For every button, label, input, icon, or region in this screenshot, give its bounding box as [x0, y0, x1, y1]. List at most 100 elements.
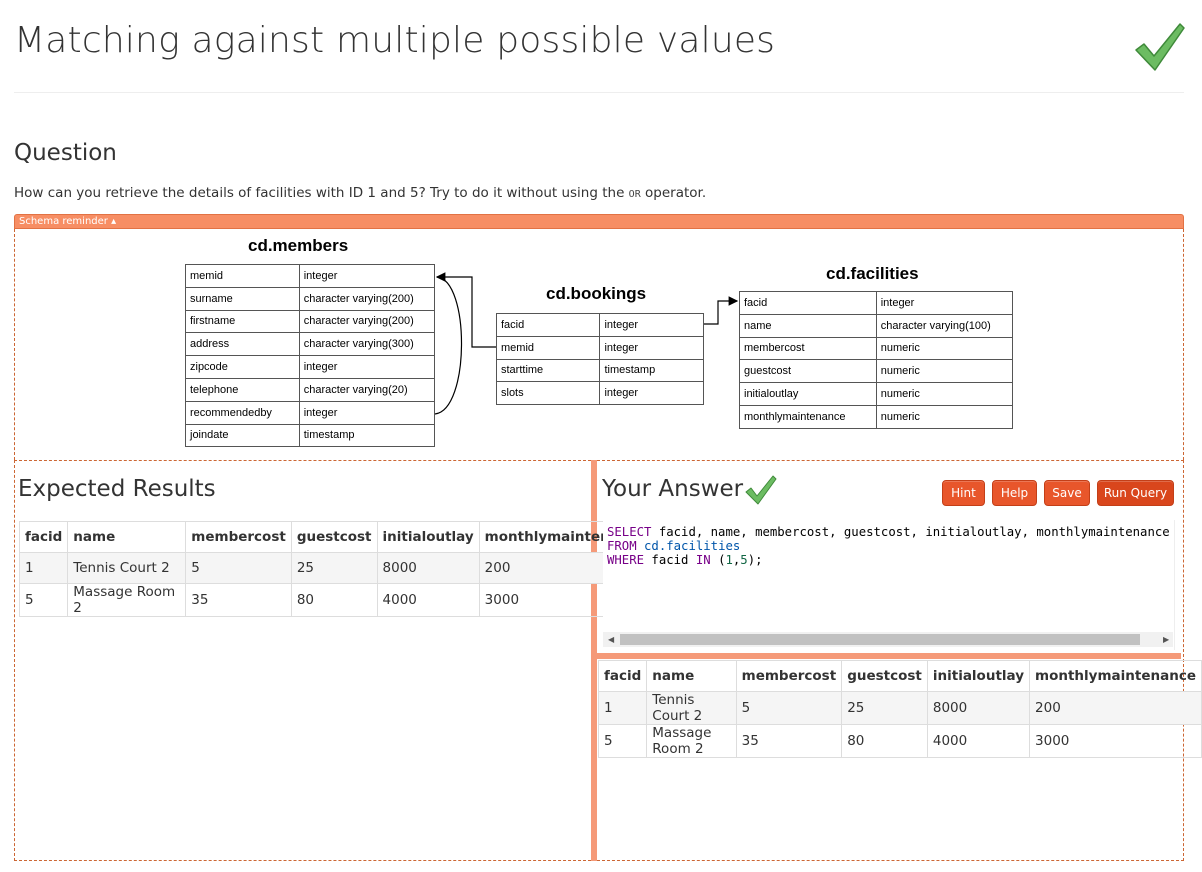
schema-row: monthlymaintenance numeric [739, 404, 1014, 429]
column-header: membercost [735, 660, 843, 692]
column-name: starttime [495, 358, 601, 383]
column-name: initialoutlay [739, 382, 877, 406]
scroll-right-icon[interactable]: ▶ [1163, 632, 1169, 647]
table-cell: 80 [841, 724, 928, 758]
column-type: integer [298, 355, 436, 379]
expected-results-table: facid name membercost guestcost initialoutla… [18, 521, 652, 617]
table-row: 5 Massage Room 2 35 80 4000 3000 [597, 724, 1202, 758]
schema-row: guestcost numeric [739, 359, 1014, 384]
table-cell: 8000 [926, 691, 1031, 725]
question-heading: Question [14, 140, 117, 166]
expected-results-heading: Expected Results [18, 476, 216, 502]
sql-code: SELECT facid, name, membercost, guestcos… [607, 525, 1170, 567]
answer-results-table: facid name membercost guestcost initialoutla… [597, 660, 1202, 758]
schema-row: surname character varying(200) [185, 286, 436, 311]
hint-button[interactable]: Hint [942, 480, 985, 506]
table-cell: 5 [185, 552, 292, 584]
schema-row: zipcode integer [185, 355, 436, 379]
page-title: Matching against multiple possible value… [14, 20, 776, 61]
column-header: facid [18, 521, 69, 553]
table-cell: 25 [290, 552, 378, 584]
title-divider [14, 92, 1184, 93]
schema-row: starttime timestamp [495, 358, 704, 383]
table-cell: 3000 [1029, 724, 1202, 758]
table-cell: 25 [841, 691, 928, 725]
column-type: numeric [875, 359, 1014, 384]
members-table-title: cd.members [248, 236, 349, 255]
bookings-schema-table: facid integer memid integer starttime timesta… [495, 313, 704, 406]
table-cell: 200 [1029, 691, 1202, 725]
column-type: integer [599, 313, 704, 337]
table-cell: Tennis Court 2 [67, 552, 187, 584]
column-header: membercost [185, 521, 292, 553]
column-name: membercost [739, 336, 877, 361]
column-header: initialoutlay [926, 660, 1031, 692]
schema-row: recommendedby integer [185, 400, 436, 425]
schema-reminder-toggle[interactable]: Schema reminder ▴ [14, 214, 1184, 229]
schema-row: telephone character varying(20) [185, 377, 436, 402]
table-cell: 35 [735, 724, 843, 758]
schema-row: address character varying(300) [185, 332, 436, 357]
column-type: character varying(300) [298, 332, 436, 357]
column-name: memid [495, 335, 601, 360]
horizontal-splitter[interactable] [597, 653, 1181, 659]
column-header: facid [597, 660, 648, 692]
schema-row: facid integer [495, 313, 704, 337]
column-type: character varying(20) [298, 377, 436, 402]
column-name: recommendedby [185, 400, 300, 425]
save-button[interactable]: Save [1044, 480, 1090, 506]
members-schema-table: memid integer surname character varying(200… [185, 264, 436, 448]
or-keyword: OR [628, 189, 641, 200]
editor-horizontal-scrollbar[interactable]: ◀ ▶ [603, 632, 1173, 647]
schema-row: facid integer [739, 291, 1014, 315]
column-type: integer [875, 291, 1014, 315]
scrollbar-thumb[interactable] [620, 634, 1140, 645]
column-type: numeric [875, 336, 1014, 361]
facilities-schema-table: facid integer name character varying(100) me… [739, 291, 1014, 429]
column-type: integer [298, 400, 436, 425]
column-header: guestcost [841, 660, 928, 692]
table-row: 1 Tennis Court 2 5 25 8000 200 [18, 552, 652, 584]
column-type: character varying(100) [875, 313, 1014, 338]
schema-row: memid integer [185, 264, 436, 288]
column-type: timestamp [298, 423, 436, 448]
column-name: memid [185, 264, 300, 288]
column-name: name [739, 313, 877, 338]
table-cell: 5 [597, 724, 648, 758]
table-cell: 1 [597, 691, 648, 725]
table-cell: 4000 [926, 724, 1031, 758]
help-button[interactable]: Help [992, 480, 1037, 506]
schema-row: name character varying(100) [739, 313, 1014, 338]
scroll-left-icon[interactable]: ◀ [608, 632, 614, 647]
table-cell: 35 [185, 583, 292, 617]
column-type: integer [298, 264, 436, 288]
schema-row: membercost numeric [739, 336, 1014, 361]
column-type: character varying(200) [298, 286, 436, 311]
run-query-button[interactable]: Run Query [1097, 480, 1174, 506]
answer-correct-check-icon [745, 475, 777, 505]
facilities-table-title: cd.facilities [826, 264, 919, 283]
column-name: slots [495, 381, 601, 406]
sql-editor[interactable]: SELECT facid, name, membercost, guestcos… [603, 520, 1175, 650]
question-text: How can you retrieve the details of faci… [14, 185, 707, 201]
table-row: 5 Massage Room 2 35 80 4000 3000 [18, 583, 652, 617]
column-header: initialoutlay [376, 521, 480, 553]
column-type: integer [599, 335, 704, 360]
table-cell: 80 [290, 583, 378, 617]
table-cell: Massage Room 2 [67, 583, 187, 617]
column-name: address [185, 332, 300, 357]
bookings-table-title: cd.bookings [546, 284, 647, 303]
column-type: integer [599, 381, 704, 406]
table-cell: 5 [735, 691, 843, 725]
column-type: character varying(200) [298, 309, 436, 334]
checkmark-icon [1135, 23, 1185, 71]
column-name: firstname [185, 309, 300, 334]
schema-row: slots integer [495, 381, 704, 406]
column-name: monthlymaintenance [739, 404, 877, 429]
table-cell: 1 [18, 552, 69, 584]
table-cell: 8000 [376, 552, 480, 584]
table-cell: 4000 [376, 583, 480, 617]
schema-row: initialoutlay numeric [739, 382, 1014, 406]
column-type: numeric [875, 382, 1014, 406]
column-header: name [646, 660, 737, 692]
